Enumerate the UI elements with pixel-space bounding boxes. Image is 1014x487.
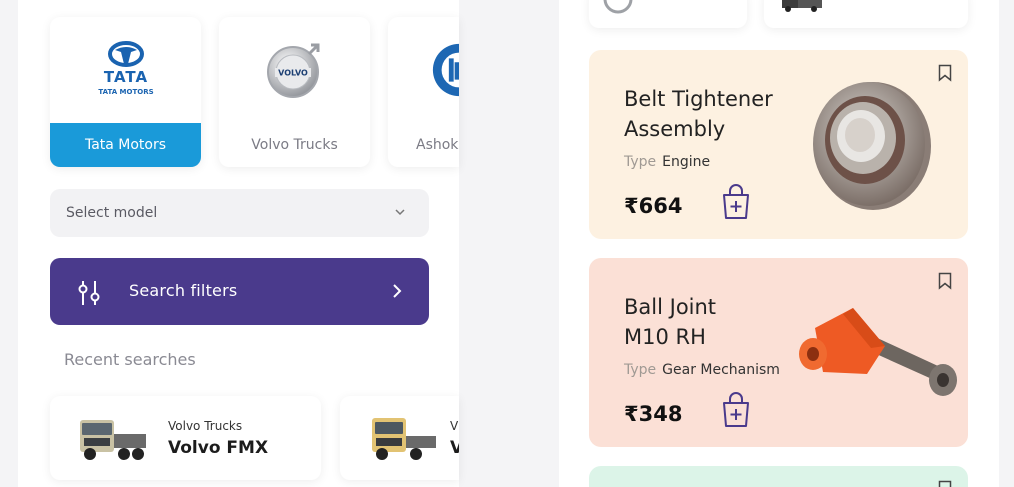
tata-logo: TATA TATA MOTORS xyxy=(50,17,201,123)
recent-brand: Volvo Trucks xyxy=(168,419,243,433)
recent-search-item[interactable]: V V xyxy=(340,396,459,480)
part-title-line1: Ball Joint xyxy=(624,295,717,319)
bookmark-icon[interactable] xyxy=(938,272,952,290)
part-type-value: Engine xyxy=(662,154,711,170)
volvo-logo-icon xyxy=(603,0,633,14)
part-card[interactable] xyxy=(589,466,968,487)
search-filters-button[interactable]: Search filters xyxy=(50,258,429,325)
part-type: Type Engine xyxy=(624,154,710,170)
brand-name: Ashok xyxy=(416,137,459,153)
part-type-value: Gear Mechanism xyxy=(662,362,780,378)
add-to-cart-icon[interactable] xyxy=(722,392,750,428)
part-type-label: Type xyxy=(624,154,657,170)
part-title-line1: Belt Tightener xyxy=(624,87,773,111)
part-type-label: Type xyxy=(624,362,657,378)
brand-card-tata[interactable]: TATA TATA MOTORS Tata Motors xyxy=(50,17,201,167)
part-title-line2: M10 RH xyxy=(624,325,706,349)
part-price: ₹348 xyxy=(624,402,683,426)
add-to-cart-icon[interactable] xyxy=(722,184,750,220)
belt-tightener-image xyxy=(813,82,931,210)
svg-text:VOLVO: VOLVO xyxy=(278,69,308,78)
select-model-dropdown[interactable]: Select model xyxy=(50,189,429,237)
recent-search-item[interactable]: Volvo Trucks Volvo FMX xyxy=(50,396,321,480)
chevron-right-icon xyxy=(393,284,402,298)
svg-text:TATA MOTORS: TATA MOTORS xyxy=(98,88,153,96)
ball-joint-image xyxy=(799,308,957,396)
top-chip[interactable] xyxy=(589,0,747,28)
brand-name: Volvo Trucks xyxy=(251,137,338,153)
truck-image xyxy=(372,418,436,460)
part-card[interactable]: Ball Joint M10 RH Type Gear Mechanism ₹34… xyxy=(589,258,968,447)
bookmark-icon[interactable] xyxy=(938,480,952,487)
brand-card-volvo[interactable]: VOLVO Volvo Trucks xyxy=(219,17,370,167)
top-chip[interactable] xyxy=(764,0,968,28)
volvo-logo: VOLVO xyxy=(219,17,370,123)
part-title: Belt Tightener Assembly xyxy=(624,84,794,144)
brand-card-ashok[interactable]: Ashok xyxy=(388,17,459,167)
part-price: ₹664 xyxy=(624,194,683,218)
bookmark-icon[interactable] xyxy=(938,64,952,82)
truck-image xyxy=(80,420,146,460)
search-filters-label: Search filters xyxy=(129,281,238,300)
truck-icon xyxy=(782,0,822,12)
select-model-label: Select model xyxy=(66,205,158,221)
part-title: Ball Joint M10 RH xyxy=(624,292,794,352)
part-title-line2: Assembly xyxy=(624,117,726,141)
sliders-icon xyxy=(78,281,100,305)
recent-model: V xyxy=(450,438,459,458)
recent-searches-title: Recent searches xyxy=(64,350,196,369)
brand-name: Tata Motors xyxy=(50,123,201,167)
chevron-down-icon xyxy=(395,209,405,216)
svg-text:TATA: TATA xyxy=(103,68,147,86)
ashok-leyland-logo xyxy=(388,17,459,123)
recent-brand: V xyxy=(450,419,459,433)
part-type: Type Gear Mechanism xyxy=(624,362,780,378)
recent-model: Volvo FMX xyxy=(168,438,269,458)
part-card[interactable]: Belt Tightener Assembly Type Engine ₹664 xyxy=(589,50,968,239)
